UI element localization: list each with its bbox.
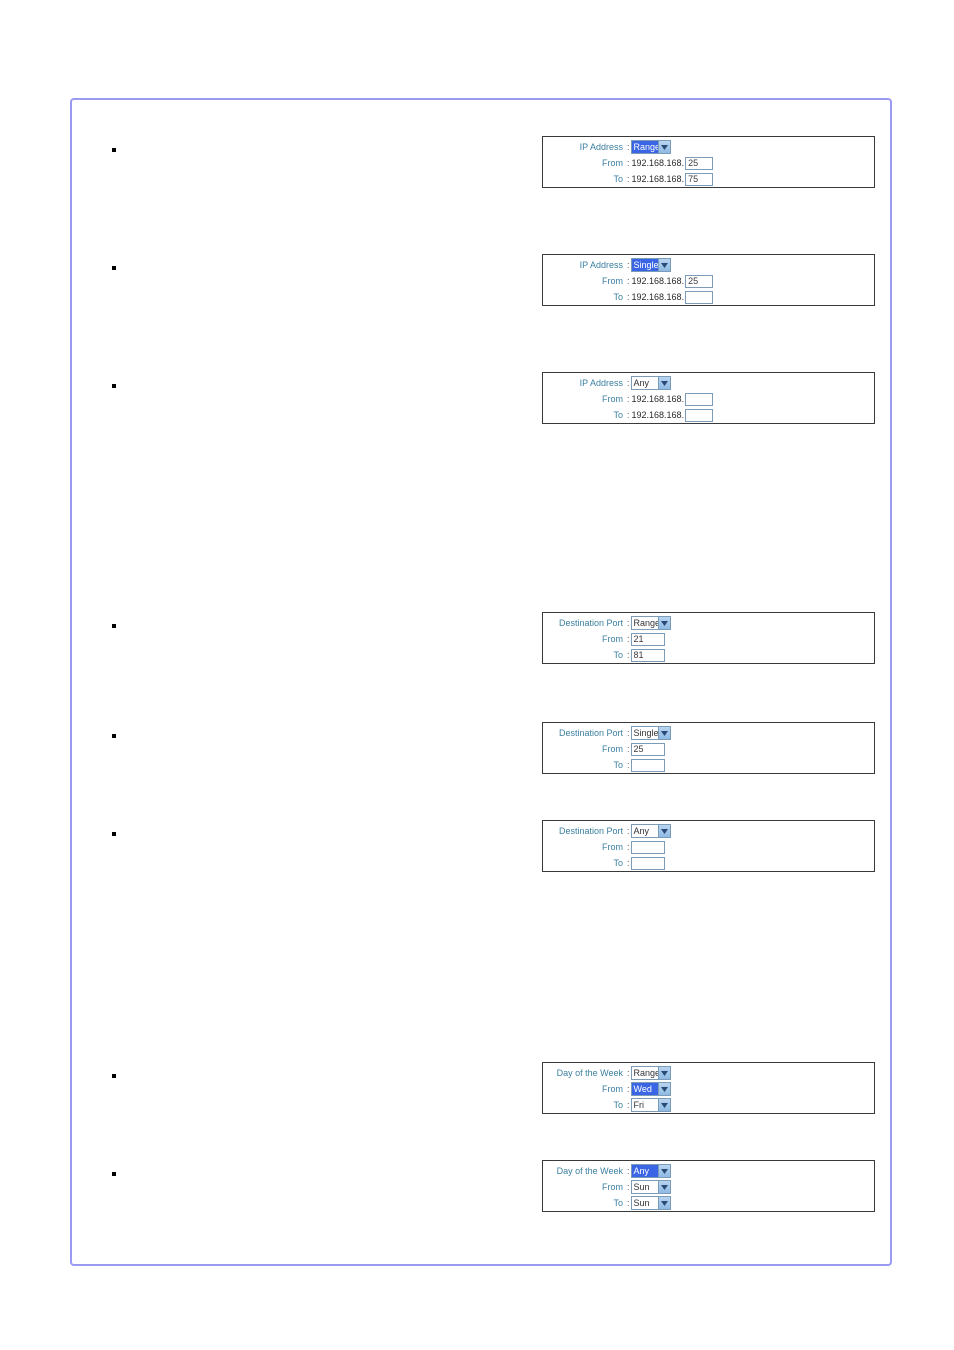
bullet-icon: [112, 266, 116, 270]
bullet-icon: [112, 1172, 116, 1176]
chevron-down-icon[interactable]: [658, 259, 670, 271]
port-single-to-input[interactable]: [631, 759, 665, 772]
port-range-type-select-value: Range: [634, 618, 661, 628]
chevron-down-icon[interactable]: [658, 727, 670, 739]
day-range-to-select-value: Fri: [634, 1100, 645, 1110]
day-any-to-select-value: Sun: [634, 1198, 650, 1208]
port-range-from-input[interactable]: [631, 633, 665, 646]
chevron-down-icon[interactable]: [658, 617, 670, 629]
chevron-down-icon[interactable]: [658, 1197, 670, 1209]
ip-single-from-ip-prefix: 192.168.168.: [631, 276, 686, 286]
day-any-title-label: Day of the Week: [549, 1166, 626, 1176]
bullet-icon: [112, 734, 116, 738]
ip-any-from-ip-prefix: 192.168.168.: [631, 394, 686, 404]
ip-single-to-label: To: [549, 292, 626, 302]
ip-any-type-select-value: Any: [634, 378, 650, 388]
day-range-panel: Day of the Week:RangeFrom:WedTo:Fri: [542, 1062, 875, 1114]
port-single-from-label: From: [549, 744, 626, 754]
chevron-down-icon[interactable]: [658, 1083, 670, 1095]
ip-range-to-ip-prefix: 192.168.168.: [631, 174, 686, 184]
ip-any-from-input[interactable]: [685, 393, 713, 406]
content-area: IP Address:RangeFrom:192.168.168.To:192.…: [72, 100, 890, 1264]
port-single-panel: Destination Port:SingleFrom:To:: [542, 722, 875, 774]
ip-single-from-label: From: [549, 276, 626, 286]
ip-any-type-select[interactable]: Any: [631, 376, 671, 390]
day-range-title-label: Day of the Week: [549, 1068, 626, 1078]
ip-range-type-select[interactable]: Range: [631, 140, 671, 154]
day-range-type-select-value: Range: [634, 1068, 661, 1078]
chevron-down-icon[interactable]: [658, 825, 670, 837]
ip-single-type-select[interactable]: Single: [631, 258, 671, 272]
day-range-from-select-value: Wed: [634, 1084, 652, 1094]
port-any-type-select[interactable]: Any: [631, 824, 671, 838]
chevron-down-icon[interactable]: [658, 1165, 670, 1177]
port-range-type-select[interactable]: Range: [631, 616, 671, 630]
day-any-from-label: From: [549, 1182, 626, 1192]
day-any-type-select-value: Any: [634, 1166, 650, 1176]
port-any-type-select-value: Any: [634, 826, 650, 836]
ip-single-panel: IP Address:SingleFrom:192.168.168.To:192…: [542, 254, 875, 306]
chevron-down-icon[interactable]: [658, 141, 670, 153]
day-any-from-select[interactable]: Sun: [631, 1180, 671, 1194]
day-any-type-select[interactable]: Any: [631, 1164, 671, 1178]
chevron-down-icon[interactable]: [658, 1181, 670, 1193]
bullet-icon: [112, 148, 116, 152]
port-any-to-input[interactable]: [631, 857, 665, 870]
day-any-from-select-value: Sun: [634, 1182, 650, 1192]
ip-any-title-label: IP Address: [549, 378, 626, 388]
day-range-to-select[interactable]: Fri: [631, 1098, 671, 1112]
bullet-icon: [112, 384, 116, 388]
ip-single-to-input[interactable]: [685, 291, 713, 304]
day-range-from-select[interactable]: Wed: [631, 1082, 671, 1096]
port-single-type-select[interactable]: Single: [631, 726, 671, 740]
ip-any-to-ip-prefix: 192.168.168.: [631, 410, 686, 420]
day-range-to-label: To: [549, 1100, 626, 1110]
ip-range-from-ip-prefix: 192.168.168.: [631, 158, 686, 168]
bullet-icon: [112, 1074, 116, 1078]
ip-any-to-input[interactable]: [685, 409, 713, 422]
port-any-to-label: To: [549, 858, 626, 868]
bullet-icon: [112, 624, 116, 628]
ip-single-type-select-value: Single: [634, 260, 659, 270]
ip-range-panel: IP Address:RangeFrom:192.168.168.To:192.…: [542, 136, 875, 188]
ip-range-from-input[interactable]: [685, 157, 713, 170]
port-single-from-input[interactable]: [631, 743, 665, 756]
day-any-to-select[interactable]: Sun: [631, 1196, 671, 1210]
ip-single-title-label: IP Address: [549, 260, 626, 270]
ip-any-to-label: To: [549, 410, 626, 420]
chevron-down-icon[interactable]: [658, 1099, 670, 1111]
port-range-from-label: From: [549, 634, 626, 644]
bullet-icon: [112, 832, 116, 836]
ip-range-to-input[interactable]: [685, 173, 713, 186]
port-any-from-label: From: [549, 842, 626, 852]
ip-range-title-label: IP Address: [549, 142, 626, 152]
port-single-type-select-value: Single: [634, 728, 659, 738]
port-any-from-input[interactable]: [631, 841, 665, 854]
ip-range-to-label: To: [549, 174, 626, 184]
day-any-to-label: To: [549, 1198, 626, 1208]
chevron-down-icon[interactable]: [658, 1067, 670, 1079]
chevron-down-icon[interactable]: [658, 377, 670, 389]
day-any-panel: Day of the Week:AnyFrom:SunTo:Sun: [542, 1160, 875, 1212]
port-single-title-label: Destination Port: [549, 728, 626, 738]
port-range-panel: Destination Port:RangeFrom:To:: [542, 612, 875, 664]
ip-any-panel: IP Address:AnyFrom:192.168.168.To:192.16…: [542, 372, 875, 424]
ip-single-from-input[interactable]: [685, 275, 713, 288]
port-range-title-label: Destination Port: [549, 618, 626, 628]
port-any-panel: Destination Port:AnyFrom:To:: [542, 820, 875, 872]
page-frame: IP Address:RangeFrom:192.168.168.To:192.…: [70, 98, 892, 1266]
ip-range-type-select-value: Range: [634, 142, 661, 152]
ip-single-to-ip-prefix: 192.168.168.: [631, 292, 686, 302]
ip-range-from-label: From: [549, 158, 626, 168]
day-range-type-select[interactable]: Range: [631, 1066, 671, 1080]
port-any-title-label: Destination Port: [549, 826, 626, 836]
day-range-from-label: From: [549, 1084, 626, 1094]
port-range-to-input[interactable]: [631, 649, 665, 662]
ip-any-from-label: From: [549, 394, 626, 404]
port-single-to-label: To: [549, 760, 626, 770]
port-range-to-label: To: [549, 650, 626, 660]
